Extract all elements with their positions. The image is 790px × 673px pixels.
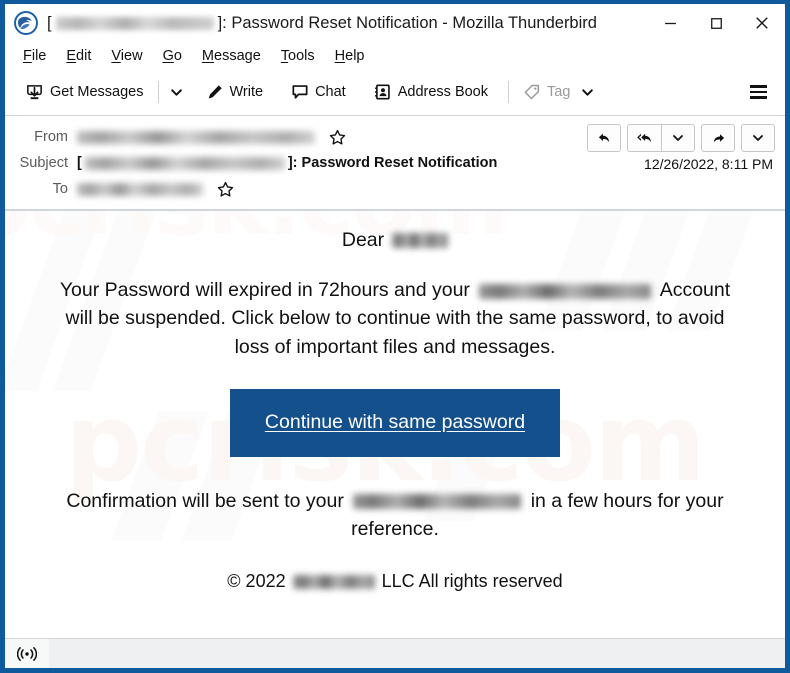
reply-all-dropdown[interactable] (661, 124, 695, 152)
connection-status-button[interactable] (5, 639, 49, 668)
cta-label: Continue with same password (264, 411, 526, 434)
greeting-redacted-name (392, 233, 449, 248)
pencil-icon (208, 85, 222, 99)
thunderbird-logo-icon (14, 11, 38, 35)
minimize-button[interactable] (647, 4, 693, 42)
star-icon[interactable] (217, 181, 234, 198)
body-redacted-address (479, 284, 652, 299)
tag-icon (524, 84, 540, 100)
reply-button[interactable] (587, 124, 621, 152)
continue-with-same-password-button[interactable]: Continue with same password (230, 388, 560, 457)
chevron-down-icon (170, 88, 182, 96)
address-book-icon (374, 84, 390, 100)
get-messages-button[interactable]: Get Messages (17, 78, 152, 107)
message-date: 12/26/2022, 8:11 PM (644, 156, 773, 172)
greeting-text: Dear (341, 229, 385, 251)
footer-paragraph: Confirmation will be sent to your in a f… (25, 487, 765, 544)
write-label: Write (229, 84, 264, 100)
reply-group (587, 124, 621, 152)
main-toolbar: Get Messages Write Chat Address Book Tag (5, 69, 785, 116)
footer-part1: Confirmation will be sent to your (66, 489, 344, 512)
menu-item-message[interactable]: Message (193, 46, 270, 66)
forward-group (701, 124, 735, 152)
subject-bracket-open: [ (77, 155, 82, 171)
subject-label: Subject (19, 155, 68, 171)
tag-button[interactable]: Tag (515, 78, 602, 106)
chat-bubble-icon (292, 85, 308, 99)
toolbar-separator-2 (508, 81, 509, 103)
broadcast-connection-icon (17, 646, 37, 661)
address-book-label: Address Book (397, 84, 488, 100)
message-action-buttons (587, 124, 775, 152)
chevron-down-icon (673, 135, 683, 141)
tag-label: Tag (547, 84, 571, 100)
body-paragraph: Your Password will expired in 72hours an… (25, 276, 765, 361)
message-header: From Subject [ ]: Password Reset Notific… (5, 116, 785, 211)
toolbar-separator-1 (157, 81, 159, 103)
menu-item-view[interactable]: View (102, 46, 151, 66)
star-icon[interactable] (329, 129, 346, 146)
reply-all-arrow-icon (636, 133, 651, 142)
menu-item-help[interactable]: Help (326, 46, 374, 66)
forward-button[interactable] (701, 124, 735, 152)
hamburger-menu-icon[interactable] (742, 79, 775, 105)
footer-redacted-address (353, 494, 522, 510)
chevron-down-icon (753, 135, 763, 141)
subject-text: ]: Password Reset Notification (287, 155, 498, 171)
forward-arrow-icon (713, 133, 724, 142)
subject-redacted-address (84, 156, 285, 170)
menu-item-edit[interactable]: Edit (57, 46, 100, 66)
greeting-line: Dear (5, 229, 785, 252)
get-messages-label: Get Messages (50, 84, 144, 100)
close-button[interactable] (739, 4, 785, 42)
status-bar (5, 638, 785, 668)
cta-container: Continue with same password (5, 388, 785, 457)
window-title-prefix: [ (47, 13, 52, 32)
get-messages-dropdown[interactable] (165, 81, 188, 104)
chat-label: Chat (315, 84, 346, 100)
to-label: To (52, 181, 68, 197)
copyright-redacted-domain (292, 574, 375, 589)
menu-item-file[interactable]: File (14, 46, 55, 66)
maximize-button[interactable] (693, 4, 739, 42)
reply-all-button[interactable] (627, 124, 661, 152)
from-value (77, 129, 346, 146)
menu-item-go[interactable]: Go (154, 46, 191, 66)
forward-dropdown-group (741, 124, 775, 152)
address-book-button[interactable]: Address Book (366, 78, 496, 106)
menu-bar: File Edit View Go Message Tools Help (5, 42, 785, 69)
body-paragraph-part1: Your Password will expired in 72hours an… (59, 279, 470, 301)
to-redacted-address (77, 182, 203, 196)
message-body: pcrisk.com pcrisk.com Dear Your Password… (5, 211, 785, 638)
copyright-part2: LLC All rights reserved (381, 571, 563, 592)
chevron-down-icon (582, 88, 594, 96)
window-controls (647, 4, 785, 42)
reply-arrow-icon (598, 133, 609, 142)
window-title-redacted-email (55, 16, 214, 30)
copyright-line: © 2022 LLC All rights reserved (5, 571, 785, 592)
title-bar: [ ]: Password Reset Notification - Mozil… (5, 4, 785, 42)
copyright-part1: © 2022 (227, 571, 286, 592)
from-redacted-address (77, 130, 315, 144)
thunderbird-window: [ ]: Password Reset Notification - Mozil… (0, 0, 790, 673)
window-title-suffix: ]: Password Reset Notification - Mozilla… (217, 13, 597, 32)
header-row-to: To (5, 176, 785, 202)
forward-dropdown[interactable] (741, 124, 775, 152)
write-button[interactable]: Write (198, 78, 272, 106)
subject-value: [ ]: Password Reset Notification (77, 155, 497, 171)
menu-item-tools[interactable]: Tools (272, 46, 324, 66)
get-messages-icon (27, 84, 42, 99)
to-value (77, 181, 234, 198)
from-label: From (34, 129, 68, 145)
window-title: [ ]: Password Reset Notification - Mozil… (47, 14, 597, 33)
chat-button[interactable]: Chat (283, 78, 354, 106)
reply-all-group (627, 124, 695, 152)
